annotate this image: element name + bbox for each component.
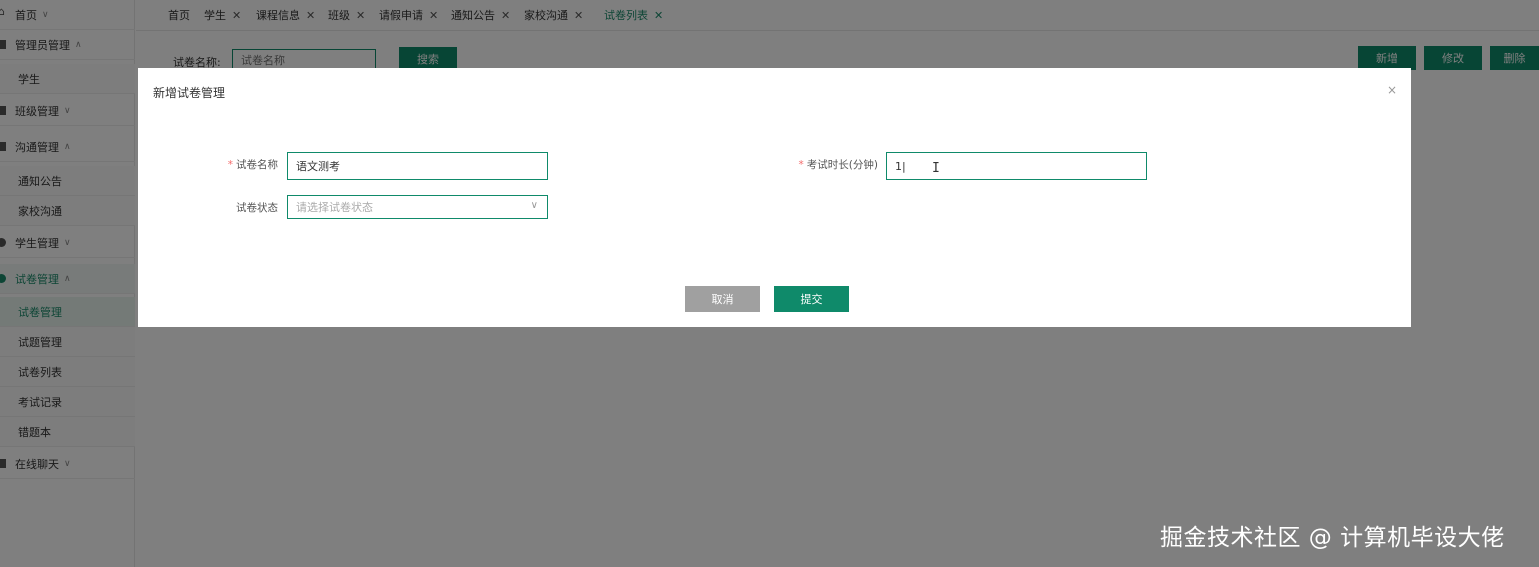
field-label: 考试时长(分钟) [806, 159, 878, 171]
submit-button[interactable]: 提交 [774, 286, 849, 312]
dialog-title: 新增试卷管理 [153, 86, 226, 100]
paper-name-input[interactable] [287, 152, 548, 180]
watermark: 掘金技术社区 @ 计算机毕设大佬 [1160, 525, 1505, 551]
required-mark: * [798, 159, 804, 171]
field-label: 试卷名称 [236, 159, 278, 171]
status-select[interactable]: 请选择试卷状态 ∨ [287, 195, 548, 219]
chevron-down-icon: ∨ [530, 200, 538, 211]
duration-input[interactable] [886, 152, 1147, 180]
required-mark: * [227, 159, 233, 171]
select-placeholder: 请选择试卷状态 [296, 201, 373, 214]
status-label: 试卷状态 [236, 202, 278, 214]
close-icon[interactable]: × [1387, 83, 1397, 97]
paper-name-label: * 试卷名称 [218, 157, 278, 172]
duration-label: * 考试时长(分钟) [778, 157, 878, 172]
cancel-button[interactable]: 取消 [685, 286, 760, 312]
text-cursor-icon: I [932, 161, 940, 176]
add-paper-dialog: 新增试卷管理 × *试卷名称 *考试时长(分钟) I 试卷状态 请选择试卷状态 … [138, 68, 1411, 327]
